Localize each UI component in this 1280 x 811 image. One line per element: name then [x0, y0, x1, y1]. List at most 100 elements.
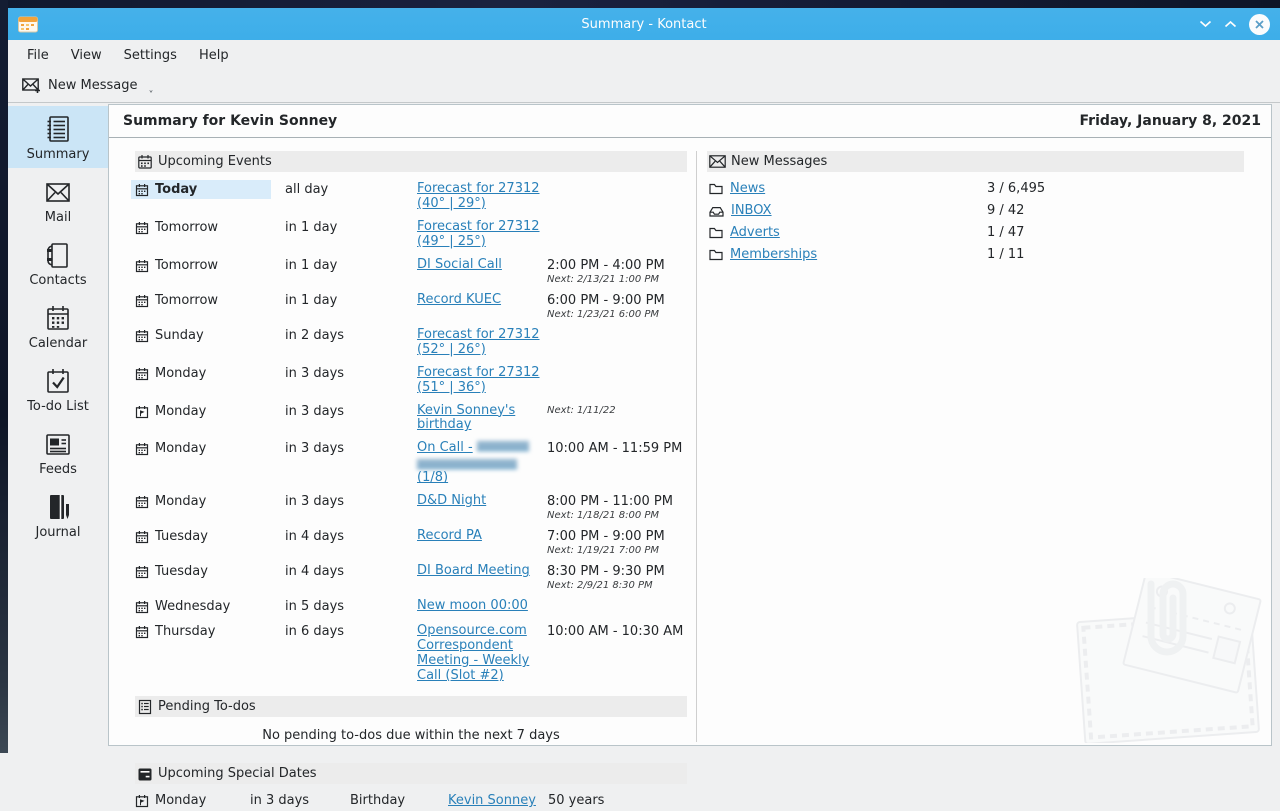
menubar: File View Settings Help	[8, 40, 1280, 70]
sidebar-item-summary[interactable]: Summary	[8, 106, 108, 168]
event-day: Thursday	[155, 624, 216, 640]
special-date-row: Monday in 3 days Birthday Kevin Sonney 5…	[135, 790, 687, 811]
calendar-icon	[135, 495, 149, 509]
special-date-detail: 50 years	[548, 793, 605, 808]
event-row: Monday in 3 days D&D Night 8:00 PM - 11:…	[135, 490, 687, 525]
calendar-icon	[135, 294, 149, 308]
folder-link[interactable]: Memberships	[730, 247, 817, 262]
event-row: Tuesday in 4 days Record PA 7:00 PM - 9:…	[135, 525, 687, 560]
event-link[interactable]: Opensource.com Correspondent Meeting - W…	[417, 623, 529, 683]
special-dates-list: Monday in 3 days Birthday Kevin Sonney 5…	[135, 790, 687, 811]
menu-help[interactable]: Help	[188, 43, 240, 68]
folder-counts: 9 / 42	[987, 203, 1025, 218]
event-link[interactable]: Forecast for 27312 (49° | 25°)	[417, 219, 540, 249]
special-dates-icon	[137, 766, 153, 782]
event-when: in 6 days	[285, 624, 345, 640]
folder-link[interactable]: News	[730, 181, 765, 196]
event-day: Monday	[155, 441, 207, 457]
sidebar-item-mail[interactable]: Mail	[8, 169, 108, 231]
event-row: Tomorrow in 1 day Record KUEC 6:00 PM - …	[135, 289, 687, 324]
sidebar-item-journal[interactable]: Journal	[8, 484, 108, 546]
event-link[interactable]: Record KUEC	[417, 292, 501, 307]
calendar-icon	[135, 367, 149, 381]
summary-icon	[42, 113, 74, 145]
calendar-icon	[137, 154, 153, 170]
kontact-watermark	[1073, 578, 1263, 743]
event-link[interactable]: Forecast for 27312 (51° | 36°)	[417, 365, 540, 395]
calendar-icon	[135, 221, 149, 235]
event-when: all day	[285, 182, 329, 197]
section-title: Pending To-dos	[158, 699, 256, 714]
event-link[interactable]: Forecast for 27312 (52° | 26°)	[417, 327, 540, 357]
sidebar-label-calendar: Calendar	[28, 336, 88, 351]
maximize-button[interactable]	[1224, 20, 1237, 28]
event-when: in 1 day	[285, 257, 338, 273]
event-day: Tomorrow	[155, 292, 219, 308]
folder-link[interactable]: INBOX	[731, 203, 772, 218]
event-row: Tomorrow in 1 day DI Social Call 2:00 PM…	[135, 254, 687, 289]
calendar-icon	[135, 442, 149, 456]
sidebar-item-feeds[interactable]: Feeds	[8, 421, 108, 483]
event-day: Today	[155, 182, 198, 197]
event-link[interactable]: New moon 00:00	[417, 598, 528, 613]
inbox-icon	[709, 206, 724, 217]
event-row: Tuesday in 4 days DI Board Meeting 8:30 …	[135, 560, 687, 595]
desktop-wallpaper-left	[0, 0, 8, 753]
special-date-type: Birthday	[350, 793, 406, 808]
menu-view[interactable]: View	[60, 43, 113, 68]
event-time: 7:00 PM - 9:00 PM	[547, 529, 665, 545]
folder-icon	[709, 249, 723, 261]
event-link[interactable]: DI Board Meeting	[417, 563, 530, 578]
message-folder-row: Memberships 1 / 11	[707, 244, 1259, 266]
event-link[interactable]: Forecast for 27312 (40° | 29°)	[417, 181, 540, 211]
pending-todos-header: Pending To-dos	[135, 696, 687, 717]
folder-counts: 1 / 11	[987, 247, 1025, 262]
folder-link[interactable]: Adverts	[730, 225, 780, 240]
calendar-icon	[42, 302, 74, 334]
message-folder-row: News 3 / 6,495	[707, 178, 1259, 200]
event-time: 10:00 AM - 11:59 PM	[547, 441, 683, 457]
birthday-icon	[135, 794, 149, 808]
event-when: in 5 days	[285, 599, 345, 615]
journal-icon	[42, 491, 74, 523]
folder-counts: 1 / 47	[987, 225, 1025, 240]
event-row: Today all day Forecast for 27312 (40° | …	[131, 178, 687, 216]
new-message-button[interactable]: New Message ˅	[20, 75, 153, 101]
new-messages-header: New Messages	[707, 151, 1244, 172]
event-link[interactable]: Kevin Sonney's birthday	[417, 403, 515, 433]
sidebar-item-todo[interactable]: To-do List	[8, 358, 108, 420]
event-day: Wednesday	[155, 599, 231, 615]
titlebar: Summary - Kontact	[8, 8, 1280, 40]
special-date-person-link[interactable]: Kevin Sonney	[448, 793, 536, 808]
event-next-occurrence: Next: 1/18/21 8:00 PM	[547, 510, 660, 522]
sidebar: Summary Mail Contacts Calendar To-do Lis…	[8, 104, 108, 770]
sidebar-item-calendar[interactable]: Calendar	[8, 295, 108, 357]
section-title: Upcoming Special Dates	[158, 766, 317, 781]
mail-icon	[42, 176, 74, 208]
messages-column: New Messages News 3 / 6,495 INBOX 9 / 42…	[707, 151, 1262, 743]
summary-panel: Summary for Kevin Sonney Friday, January…	[108, 104, 1272, 808]
new-message-icon	[22, 77, 41, 94]
section-title: New Messages	[731, 154, 828, 169]
event-row: Monday in 3 days Forecast for 27312 (51°…	[135, 362, 687, 400]
page-title: Summary for Kevin Sonney	[123, 113, 338, 129]
close-button[interactable]	[1249, 13, 1270, 35]
menu-settings[interactable]: Settings	[113, 43, 188, 68]
header-date: Friday, January 8, 2021	[1079, 113, 1261, 129]
event-link[interactable]: DI Social Call	[417, 257, 502, 272]
event-link[interactable]: On Call - (1/8)	[417, 440, 547, 485]
sidebar-item-contacts[interactable]: Contacts	[8, 232, 108, 294]
messages-list: News 3 / 6,495 INBOX 9 / 42 Adverts 1 / …	[707, 178, 1259, 266]
event-link[interactable]: Record PA	[417, 528, 482, 543]
panel-header: Summary for Kevin Sonney Friday, January…	[109, 105, 1271, 138]
minimize-button[interactable]	[1199, 20, 1212, 28]
menu-file[interactable]: File	[16, 43, 60, 68]
event-link[interactable]: D&D Night	[417, 493, 486, 508]
sidebar-label-contacts: Contacts	[29, 273, 87, 288]
new-message-label: New Message	[48, 78, 138, 93]
events-column: Upcoming Events Today all day Forecast f…	[131, 151, 687, 808]
events-list: Today all day Forecast for 27312 (40° | …	[131, 178, 687, 688]
feeds-icon	[42, 428, 74, 460]
toolbar: New Message ˅	[8, 70, 1280, 103]
event-day: Monday	[155, 365, 207, 381]
